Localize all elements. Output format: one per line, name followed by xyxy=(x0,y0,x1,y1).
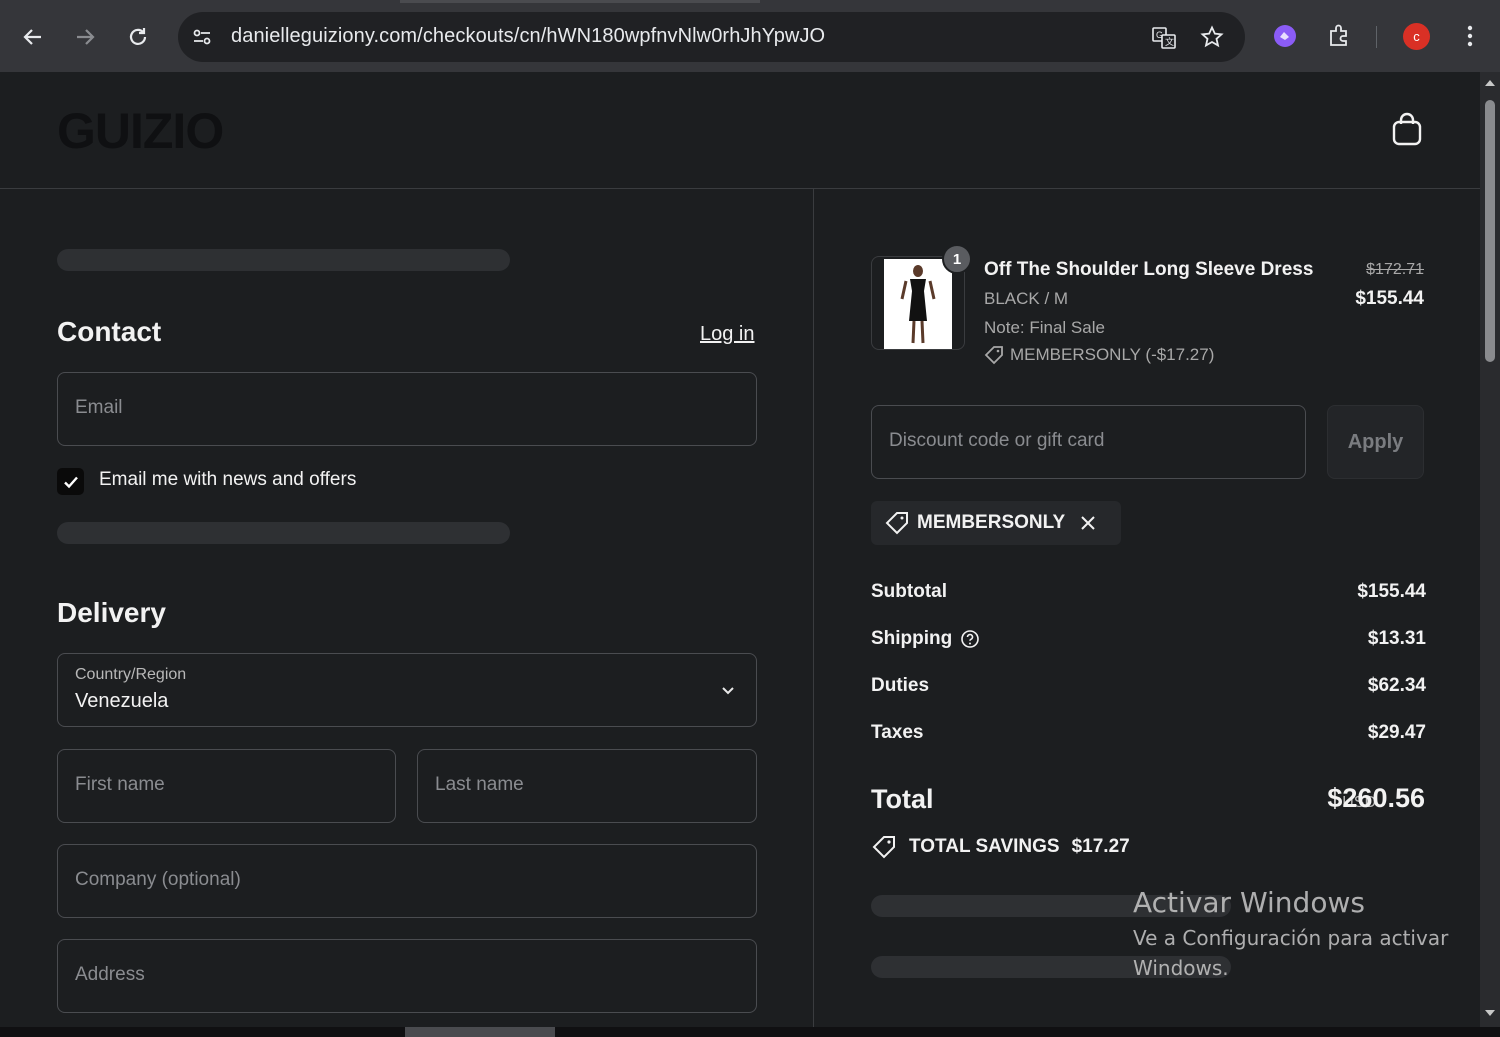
reload-icon xyxy=(129,28,147,45)
address-placeholder: Address xyxy=(75,964,145,985)
address-bar[interactable]: danielleguiziony.com/checkouts/cn/hWN180… xyxy=(178,12,1245,62)
original-price: $172.71 xyxy=(1366,261,1424,278)
taskbar xyxy=(0,1027,1500,1037)
dress-figure-icon xyxy=(900,265,936,344)
product-variant: BLACK / M xyxy=(984,289,1069,308)
arrow-right-icon xyxy=(77,29,95,45)
duties-value: $62.34 xyxy=(1367,675,1426,696)
subtotal-value: $155.44 xyxy=(1357,581,1426,602)
help-circle-icon[interactable] xyxy=(960,629,980,649)
address-field[interactable]: Address xyxy=(57,939,757,1013)
taskbar-active-item[interactable] xyxy=(405,1027,555,1037)
site-settings-icon[interactable] xyxy=(191,26,213,48)
translate-icon[interactable]: G文 xyxy=(1151,25,1177,51)
newsletter-label[interactable]: Email me with news and offers xyxy=(99,469,356,491)
checkmark-icon xyxy=(63,476,78,488)
login-link[interactable]: Log in xyxy=(700,323,755,346)
forward-button[interactable] xyxy=(70,22,100,52)
apply-button[interactable]: Apply xyxy=(1327,405,1424,479)
purple-extension-icon xyxy=(1274,25,1296,47)
scroll-up-arrow-icon[interactable] xyxy=(1484,78,1496,88)
tag-icon xyxy=(872,836,895,859)
duties-label: Duties xyxy=(871,675,930,696)
loading-placeholder xyxy=(57,249,510,271)
tag-icon xyxy=(984,346,1003,365)
taxes-label: Taxes xyxy=(871,722,924,743)
shipping-value: $13.31 xyxy=(1367,628,1426,649)
last-name-placeholder: Last name xyxy=(435,774,524,795)
scroll-down-arrow-icon[interactable] xyxy=(1484,1008,1496,1018)
close-icon[interactable] xyxy=(1079,514,1097,532)
loading-placeholder xyxy=(57,522,510,544)
first-name-placeholder: First name xyxy=(75,774,165,795)
shopping-bag-icon xyxy=(1392,112,1422,146)
discount-placeholder: Discount code or gift card xyxy=(889,430,1105,451)
svg-text:G: G xyxy=(1156,30,1163,40)
svg-text:文: 文 xyxy=(1165,36,1174,47)
order-summary: 1 Off The Shoulder Long Sleeve Dress BLA… xyxy=(813,189,1480,1027)
subtotal-label: Subtotal xyxy=(871,581,947,602)
email-field[interactable]: Email xyxy=(57,372,757,446)
country-select[interactable]: Country/Region Venezuela xyxy=(57,653,757,727)
shipping-label-wrap: Shipping xyxy=(871,628,980,650)
vertical-scrollbar[interactable] xyxy=(1480,72,1500,1027)
back-button[interactable] xyxy=(18,22,48,52)
windows-activation-text: Ve a Configuración para activar Windows. xyxy=(1133,926,1449,980)
country-value: Venezuela xyxy=(75,690,169,712)
extension-icon[interactable] xyxy=(1271,22,1299,50)
cart-button[interactable] xyxy=(1392,112,1422,151)
product-name: Off The Shoulder Long Sleeve Dress xyxy=(984,259,1314,280)
toolbar-divider xyxy=(1376,26,1377,48)
browser-toolbar: danielleguiziony.com/checkouts/cn/hWN180… xyxy=(0,0,1500,72)
contact-title: Contact xyxy=(57,316,162,347)
shipping-label: Shipping xyxy=(871,628,953,649)
puzzle-icon xyxy=(1330,24,1347,46)
url-text: danielleguiziony.com/checkouts/cn/hWN180… xyxy=(231,25,826,47)
last-name-field[interactable]: Last name xyxy=(417,749,757,823)
discounted-price: $155.44 xyxy=(1355,288,1424,309)
total-label: Total xyxy=(871,784,934,814)
applied-discount-tag: MEMBERSONLY xyxy=(871,501,1121,545)
product-discount: MEMBERSONLY (-$17.27) xyxy=(984,345,1214,365)
bookmark-star-icon[interactable] xyxy=(1200,25,1224,49)
applied-code-text: MEMBERSONLY xyxy=(917,512,1066,533)
scrollbar-thumb[interactable] xyxy=(1485,100,1495,362)
savings-value: $17.27 xyxy=(1071,836,1130,857)
browser-menu-button[interactable] xyxy=(1456,22,1484,50)
product-discount-text: MEMBERSONLY (-$17.27) xyxy=(1010,345,1215,364)
checkout-form: Contact Log in Email Email me with news … xyxy=(0,189,813,1027)
company-field[interactable]: Company (optional) xyxy=(57,844,757,918)
store-header: GUIZIO xyxy=(0,72,1480,189)
active-tab-indicator xyxy=(400,0,760,3)
quantity-badge: 1 xyxy=(942,244,972,274)
total-amount: $260.56 xyxy=(1327,783,1425,813)
profile-avatar[interactable]: c xyxy=(1403,23,1430,50)
delivery-title: Delivery xyxy=(57,597,166,628)
taxes-value: $29.47 xyxy=(1367,722,1426,743)
store-logo[interactable]: GUIZIO xyxy=(57,102,224,160)
kebab-menu-icon xyxy=(1467,25,1473,47)
checkout-page: GUIZIO Contact Log in Email Email me wit… xyxy=(0,72,1480,1027)
arrow-left-icon xyxy=(23,29,41,45)
discount-code-input[interactable]: Discount code or gift card xyxy=(871,405,1306,479)
email-placeholder: Email xyxy=(75,397,123,418)
windows-activation-title: Activar Windows xyxy=(1133,886,1365,919)
product-note: Note: Final Sale xyxy=(984,318,1105,337)
product-image xyxy=(884,259,952,349)
chevron-down-icon xyxy=(722,687,734,695)
total-savings: TOTAL SAVINGS $17.27 xyxy=(871,834,1130,860)
company-placeholder: Company (optional) xyxy=(75,869,241,890)
extensions-button[interactable] xyxy=(1325,22,1353,50)
reload-button[interactable] xyxy=(123,22,153,52)
first-name-field[interactable]: First name xyxy=(57,749,396,823)
country-label: Country/Region xyxy=(75,666,187,683)
savings-label: TOTAL SAVINGS xyxy=(909,836,1060,857)
tag-icon xyxy=(885,512,908,535)
newsletter-checkbox[interactable] xyxy=(57,468,84,495)
